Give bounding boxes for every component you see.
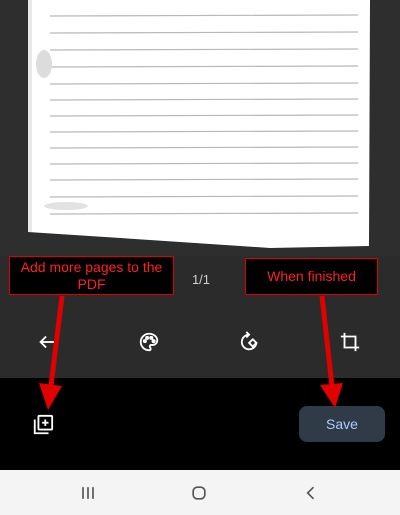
palette-icon [139, 332, 159, 352]
rotate-button[interactable] [236, 328, 264, 356]
back-button[interactable] [300, 482, 322, 504]
document-preview[interactable] [0, 0, 400, 256]
edit-toolbar [0, 318, 400, 366]
save-button[interactable]: Save [299, 406, 385, 442]
back-icon [306, 486, 315, 500]
back-arrow-button[interactable] [33, 328, 61, 356]
page-counter: 1/1 [191, 272, 211, 287]
annotation-when-finished: When finished [245, 258, 378, 295]
add-page-button[interactable] [30, 412, 56, 438]
recent-apps-icon [82, 487, 94, 499]
home-button[interactable] [188, 482, 210, 504]
action-bar: Save [0, 378, 400, 470]
scanned-page-image [0, 0, 400, 256]
color-filter-button[interactable] [135, 328, 163, 356]
recent-apps-button[interactable] [77, 482, 99, 504]
scan-editor-screen: Add more pages to the PDF 1/1 When finis… [0, 0, 400, 515]
crop-icon [340, 332, 360, 352]
back-arrow-icon [39, 335, 55, 349]
add-page-icon [33, 414, 54, 435]
annotation-add-pages: Add more pages to the PDF [9, 256, 174, 295]
system-nav-bar [0, 470, 400, 515]
home-icon [192, 486, 206, 500]
crop-button[interactable] [336, 328, 364, 356]
rotate-icon [240, 331, 258, 351]
